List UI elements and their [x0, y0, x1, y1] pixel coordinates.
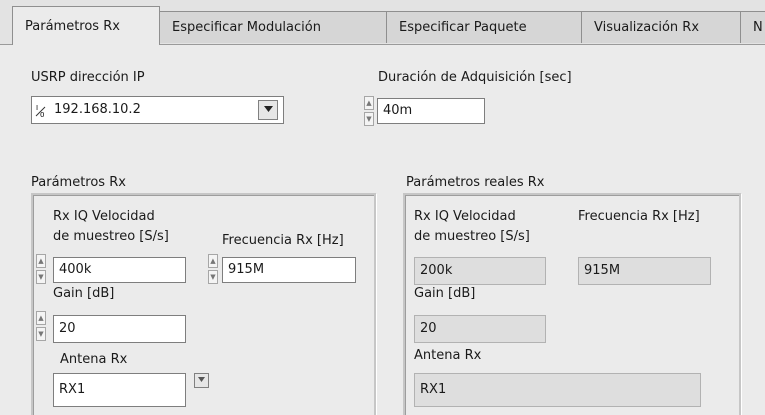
tab-strip: Parámetros Rx Especificar Modulación Esp…	[0, 0, 765, 45]
params-rx-title: Parámetros Rx	[31, 175, 126, 190]
rx-rate-value: 400k	[59, 262, 92, 277]
usrp-ip-label: USRP dirección IP	[31, 70, 145, 85]
real-antenna-indicator: RX1	[414, 373, 701, 407]
tab-label: Visualización Rx	[594, 20, 700, 35]
rx-gain-value: 20	[59, 321, 76, 336]
rx-gain-label: Gain [dB]	[53, 286, 115, 301]
chevron-down-icon	[263, 106, 273, 112]
rx-rate-input[interactable]: 400k	[53, 257, 186, 283]
rx-rate-spinner[interactable]: ▲ ▼	[36, 254, 46, 284]
usrp-ip-value: 192.168.10.2	[54, 102, 141, 117]
real-freq-value: 915M	[584, 263, 621, 278]
decrement-icon[interactable]: ▼	[36, 327, 46, 341]
tab-visualizacion-rx[interactable]: Visualización Rx	[581, 11, 741, 43]
increment-icon[interactable]: ▲	[36, 254, 46, 268]
real-gain-value: 20	[420, 321, 437, 336]
rx-rate-label-line2: de muestreo [S/s]	[53, 229, 169, 244]
usrp-ip-dropdown-button[interactable]	[258, 100, 278, 120]
rx-freq-label: Frecuencia Rx [Hz]	[222, 233, 344, 248]
decrement-icon[interactable]: ▼	[36, 270, 46, 284]
usrp-ip-combo[interactable]: 192.168.10.2	[31, 96, 284, 124]
duration-input[interactable]: 40m	[377, 98, 485, 124]
svg-text:0: 0	[40, 111, 44, 118]
rx-antenna-combo[interactable]: RX1	[53, 373, 186, 407]
rx-freq-spinner[interactable]: ▲ ▼	[208, 254, 218, 284]
tab-more[interactable]: N	[740, 11, 765, 43]
params-real-title: Parámetros reales Rx	[406, 175, 545, 190]
real-rate-label-line1: Rx IQ Velocidad	[414, 209, 516, 224]
tab-label: Parámetros Rx	[25, 18, 120, 34]
tab-label: N	[753, 20, 763, 35]
chevron-down-icon	[198, 377, 205, 382]
decrement-icon[interactable]: ▼	[364, 112, 374, 126]
decrement-icon[interactable]: ▼	[208, 270, 218, 284]
real-rate-value: 200k	[420, 263, 453, 278]
svg-text:I: I	[36, 104, 38, 112]
increment-icon[interactable]: ▲	[208, 254, 218, 268]
rx-antenna-label: Antena Rx	[60, 352, 128, 367]
real-freq-label: Frecuencia Rx [Hz]	[578, 209, 700, 224]
increment-icon[interactable]: ▲	[364, 96, 374, 110]
real-freq-indicator: 915M	[578, 257, 711, 285]
rx-antenna-value: RX1	[59, 382, 86, 397]
tab-especificar-modulacion[interactable]: Especificar Modulación	[159, 11, 387, 43]
tab-parametros-rx[interactable]: Parámetros Rx	[12, 6, 160, 45]
rx-gain-spinner[interactable]: ▲ ▼	[36, 311, 46, 341]
rx-freq-input[interactable]: 915M	[222, 257, 356, 283]
real-antenna-label: Antena Rx	[414, 348, 482, 363]
real-rate-indicator: 200k	[414, 257, 546, 285]
rx-rate-label-line1: Rx IQ Velocidad	[53, 209, 155, 224]
real-gain-label: Gain [dB]	[414, 286, 476, 301]
duration-spinner[interactable]: ▲ ▼	[364, 96, 374, 126]
tab-label: Especificar Paquete	[399, 20, 527, 35]
io-resource-icon: I0	[35, 104, 47, 120]
real-rate-label-line2: de muestreo [S/s]	[414, 229, 530, 244]
rx-antenna-dropdown-button[interactable]	[194, 373, 209, 388]
increment-icon[interactable]: ▲	[36, 311, 46, 325]
real-gain-indicator: 20	[414, 315, 546, 343]
tab-label: Especificar Modulación	[172, 20, 321, 35]
rx-gain-input[interactable]: 20	[53, 315, 186, 343]
tab-especificar-paquete[interactable]: Especificar Paquete	[386, 11, 582, 43]
real-antenna-value: RX1	[420, 382, 447, 397]
duration-label: Duración de Adquisición [sec]	[378, 70, 572, 85]
duration-value: 40m	[383, 103, 413, 118]
rx-freq-value: 915M	[228, 262, 265, 277]
